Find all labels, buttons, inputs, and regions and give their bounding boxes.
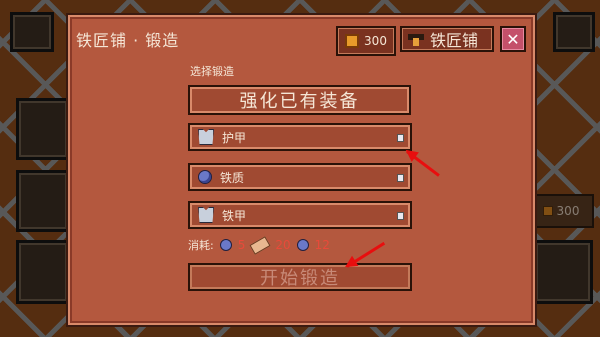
coin-value: 300 (364, 34, 387, 48)
iron-ore-icon (198, 170, 212, 184)
select-value: 护甲 (222, 130, 247, 145)
dialog-title-bar: 铁匠铺 · 锻造 300 铁匠铺 ✕ (68, 15, 535, 56)
coin-icon (345, 34, 360, 48)
forge-dialog: 铁匠铺 · 锻造 300 铁匠铺 ✕ 选择锻造 强化已有装备 护甲 铁质 铁甲 … (66, 13, 537, 327)
material-select[interactable]: 铁质 (188, 163, 412, 191)
enhance-equipment-button[interactable]: 强化已有装备 (188, 85, 411, 115)
close-button[interactable]: ✕ (500, 26, 526, 52)
iron-ore-icon (219, 239, 232, 251)
anvil-icon (408, 32, 424, 46)
equipment-type-select[interactable]: 护甲 (188, 123, 412, 151)
cost-value: 12 (314, 238, 330, 252)
cost-label: 消耗: (188, 239, 214, 252)
dropdown-icon (397, 134, 404, 142)
select-value: 铁甲 (222, 208, 247, 223)
dropdown-icon (397, 212, 404, 220)
cost-value: 20 (275, 238, 291, 252)
blacksmith-label: 铁匠铺 (430, 31, 479, 50)
blacksmith-button[interactable]: 铁匠铺 (400, 26, 494, 52)
dialog-title: 铁匠铺 · 锻造 (76, 31, 180, 50)
armor-icon (198, 207, 214, 223)
section-label: 选择锻造 (190, 65, 234, 78)
cost-row: 消耗: 5 20 12 (188, 235, 330, 255)
dropdown-icon (397, 174, 404, 182)
iron-ore-icon (296, 239, 309, 251)
cost-value: 5 (237, 238, 246, 252)
close-icon: ✕ (506, 29, 520, 49)
armor-icon (198, 129, 214, 145)
wood-icon (249, 235, 271, 255)
coin-counter: 300 (336, 26, 396, 56)
start-forging-button[interactable]: 开始锻造 (188, 263, 412, 291)
item-select[interactable]: 铁甲 (188, 201, 412, 229)
select-value: 铁质 (220, 170, 245, 185)
